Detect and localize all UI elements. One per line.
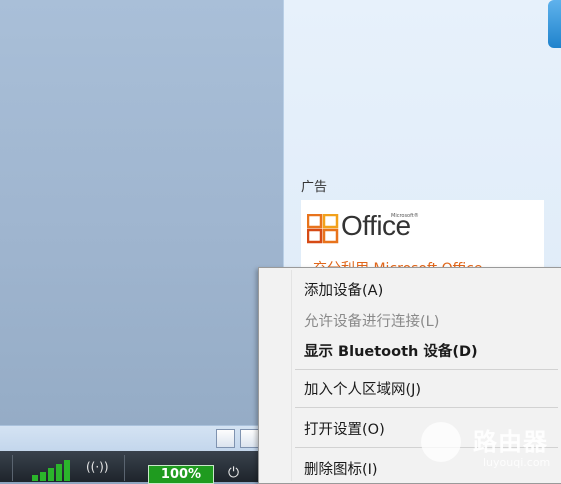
battery-icon[interactable]: 100% [148, 465, 214, 484]
system-tray: ((·)) 100% ⏻ [0, 451, 283, 484]
menu-item-remove-icon[interactable]: 删除图标(I) [304, 458, 378, 479]
panel-scroll-tab[interactable] [548, 0, 561, 48]
watermark-title: 路由器 [473, 428, 548, 456]
toolbar-button-2[interactable] [240, 429, 259, 448]
menu-gutter [291, 270, 292, 481]
desktop-background [0, 0, 283, 425]
menu-item-add-device[interactable]: 添加设备(A) [304, 279, 383, 300]
menu-item-join-pan[interactable]: 加入个人区域网(J) [304, 378, 421, 399]
menu-separator [295, 369, 558, 370]
tray-divider [12, 455, 13, 481]
office-logo-icon [307, 214, 339, 244]
wifi-icon[interactable]: ((·)) [86, 460, 109, 474]
watermark-url: luyouqi.com [483, 456, 551, 469]
site-watermark: 路由器 luyouqi.com [419, 418, 561, 482]
menu-item-show-bluetooth-devices[interactable]: 显示 Bluetooth 设备(D) [304, 340, 478, 361]
menu-separator [295, 407, 558, 408]
taskbar-toolbar [0, 425, 283, 452]
office-brand: Office [341, 210, 411, 241]
ad-label: 广告 [301, 180, 328, 195]
toolbar-button-1[interactable] [216, 429, 235, 448]
menu-item-open-settings[interactable]: 打开设置(O) [304, 418, 385, 439]
battery-percent: 100% [160, 467, 202, 482]
menu-item-allow-connect: 允许设备进行连接(L) [304, 314, 440, 330]
signal-icon[interactable] [32, 459, 72, 481]
power-icon[interactable]: ⏻ [228, 465, 239, 481]
tray-divider [124, 455, 125, 481]
router-watermark-icon [421, 422, 461, 462]
